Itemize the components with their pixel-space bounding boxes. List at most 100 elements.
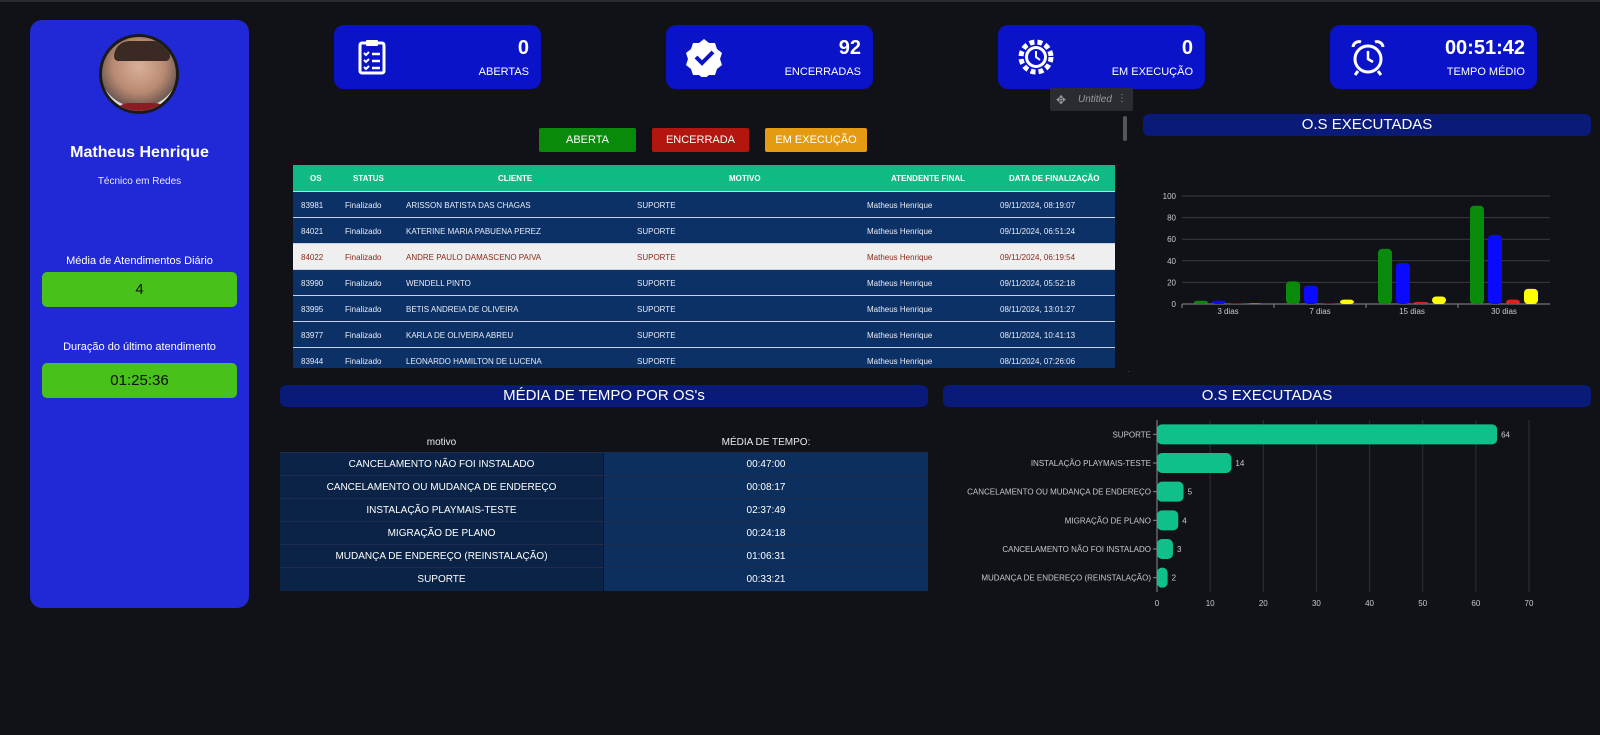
x-tick-label: 40 [1365,599,1374,608]
user-role: Técnico em Redes [97,176,182,187]
panel-tag[interactable]: ✥ Untitled ⋮ [1050,88,1133,111]
table-row[interactable]: 84022 Finalizado ANDRE PAULO DAMASCENO PAI… [293,243,1115,269]
bar [1157,424,1498,445]
table-row: CANCELAMENTO NÃO FOI INSTALADO 00:47:00 [280,452,928,476]
bar [1524,288,1538,304]
cell-media-tempo: 02:37:49 [604,499,928,522]
last-duration-label: Duração do último atendimento [63,341,216,353]
x-tick-label: 7 dias [1309,307,1330,316]
y-tick-label: 0 [1172,300,1177,309]
table-row[interactable]: 83995 Finalizado BETIS ANDREIA DE OLIVEIRA… [293,295,1115,321]
cell-motivo: SUPORTE [637,305,676,314]
alarm-clock-icon [1351,40,1385,76]
cell-cliente: KATERINE MARIA PABUENA PEREZ [406,227,541,236]
cell-media-tempo: 00:33:21 [604,568,928,591]
badge-check-icon [686,39,722,77]
top-border [0,0,1600,2]
y-tick-label: MIGRAÇÃO DE PLANO [1065,516,1151,525]
y-tick-label: INSTALAÇÃO PLAYMAIS-TESTE [1031,459,1151,468]
bar [1286,281,1300,304]
kpi-label: EM EXECUÇÃO [1111,66,1193,78]
kpi-value: 92 [838,37,861,59]
cell-status: Finalizado [345,331,382,340]
kpi-card-em-execucao: 0 EM EXECUÇÃO [998,25,1205,89]
kpi-card-encerradas: 92 ENCERRADAS [666,25,873,89]
bar [1396,262,1410,304]
y-tick-label: 100 [1163,192,1177,201]
cell-os: 84022 [301,253,324,262]
cell-atendente: Matheus Henrique [867,253,933,262]
bar [1248,303,1262,304]
bar [1470,205,1484,304]
more-vertical-icon[interactable]: ⋮ [1117,93,1127,104]
cell-data: 09/11/2024, 08:19:07 [1000,201,1076,210]
cell-os: 83981 [301,201,324,210]
last-duration-value: 01:25:36 [42,363,237,398]
cell-data: 09/11/2024, 05:52:18 [1000,279,1076,288]
x-tick-label: 30 [1312,599,1321,608]
cell-data: 09/11/2024, 06:51:24 [1000,227,1076,236]
data-label: 4 [1182,516,1187,525]
table-row[interactable]: 83944 Finalizado LEONARDO HAMILTON DE LUCE… [293,347,1115,368]
cell-data: 08/11/2024, 13:01:27 [1000,305,1076,314]
table-scrollbar[interactable] [1123,116,1127,141]
gear-clock-icon [1018,39,1054,75]
cell-media-tempo: 01:06:31 [604,545,928,568]
filter-aberta-button[interactable]: ABERTA [539,128,636,152]
data-label: 2 [1172,574,1177,583]
cell-atendente: Matheus Henrique [867,305,933,314]
cell-motivo: INSTALAÇÃO PLAYMAIS-TESTE [280,499,603,522]
bottom-chart-title: O.S EXECUTADAS [943,385,1591,407]
bar [1194,300,1208,304]
filter-em-execucao-button[interactable]: EM EXECUÇÃO [765,128,867,152]
kpi-label: ABERTAS [478,66,529,78]
os-table: OS STATUS CLIENTE MOTIVO ATENDENTE FINAL… [293,165,1115,368]
bar [1212,300,1226,304]
table-row[interactable]: 83977 Finalizado KARLA DE OLIVEIRA ABREU SU… [293,321,1115,347]
top-chart-title: O.S EXECUTADAS [1143,114,1591,136]
table-row[interactable]: 84021 Finalizado KATERINE MARIA PABUENA PE… [293,217,1115,243]
profile-sidebar: Matheus Henrique Técnico em Redes Média … [30,20,249,608]
cell-motivo: CANCELAMENTO NÃO FOI INSTALADO [280,453,603,476]
kpi-card-tempo-medio: 00:51:42 TEMPO MÉDIO [1330,25,1537,89]
avg-time-title: MÉDIA DE TEMPO POR OS's [280,385,928,407]
cell-atendente: Matheus Henrique [867,331,933,340]
move-icon[interactable]: ✥ [1056,93,1066,107]
cell-cliente: KARLA DE OLIVEIRA ABREU [406,331,514,340]
table-row[interactable]: 83981 Finalizado ARISSON BATISTA DAS CHAGA… [293,191,1115,217]
col-atendente[interactable]: ATENDENTE FINAL [891,174,965,183]
x-tick-label: 3 dias [1217,307,1238,316]
x-tick-label: 10 [1206,599,1215,608]
user-name: Matheus Henrique [70,144,209,161]
col-status[interactable]: STATUS [353,174,384,183]
col-motivo[interactable]: motivo [280,437,603,448]
cell-cliente: ANDRE PAULO DAMASCENO PAIVA [406,253,542,262]
cell-status: Finalizado [345,227,382,236]
kpi-value: 00:51:42 [1444,37,1525,59]
cell-cliente: BETIS ANDREIA DE OLIVEIRA [406,305,519,314]
filter-encerrada-button[interactable]: ENCERRADA [652,128,749,152]
x-tick-label: 30 dias [1491,307,1517,316]
kpi-card-abertas: 0 ABERTAS [334,25,541,89]
cell-motivo: SUPORTE [637,357,676,366]
cell-status: Finalizado [345,357,382,366]
bar [1157,567,1168,588]
cell-media-tempo: 00:47:00 [604,453,928,476]
col-data[interactable]: DATA DE FINALIZAÇÃO [1009,174,1100,183]
table-row[interactable]: 83990 Finalizado WENDELL PINTO SUPORTE Mathe… [293,269,1115,295]
col-motivo[interactable]: MOTIVO [729,174,761,183]
cell-os: 83977 [301,331,324,340]
cell-status: Finalizado [345,253,382,262]
bar [1414,301,1428,304]
col-media-tempo[interactable]: MÉDIA DE TEMPO: [604,437,928,448]
cell-data: 08/11/2024, 07:26:06 [1000,357,1076,366]
bar [1340,299,1354,304]
bar [1157,539,1173,559]
bar [1506,299,1520,304]
y-tick-label: 60 [1167,235,1176,244]
col-cliente[interactable]: CLIENTE [498,174,532,183]
os-por-motivo-bar-chart: 0 10 20 30 40 50 60 70 SUPORTE 64 INSTALAÇÃO PLAYM… [967,420,1534,608]
col-os[interactable]: OS [310,174,322,183]
cell-status: Finalizado [345,279,382,288]
cell-motivo: MUDANÇA DE ENDEREÇO (REINSTALAÇÃO) [280,545,603,568]
